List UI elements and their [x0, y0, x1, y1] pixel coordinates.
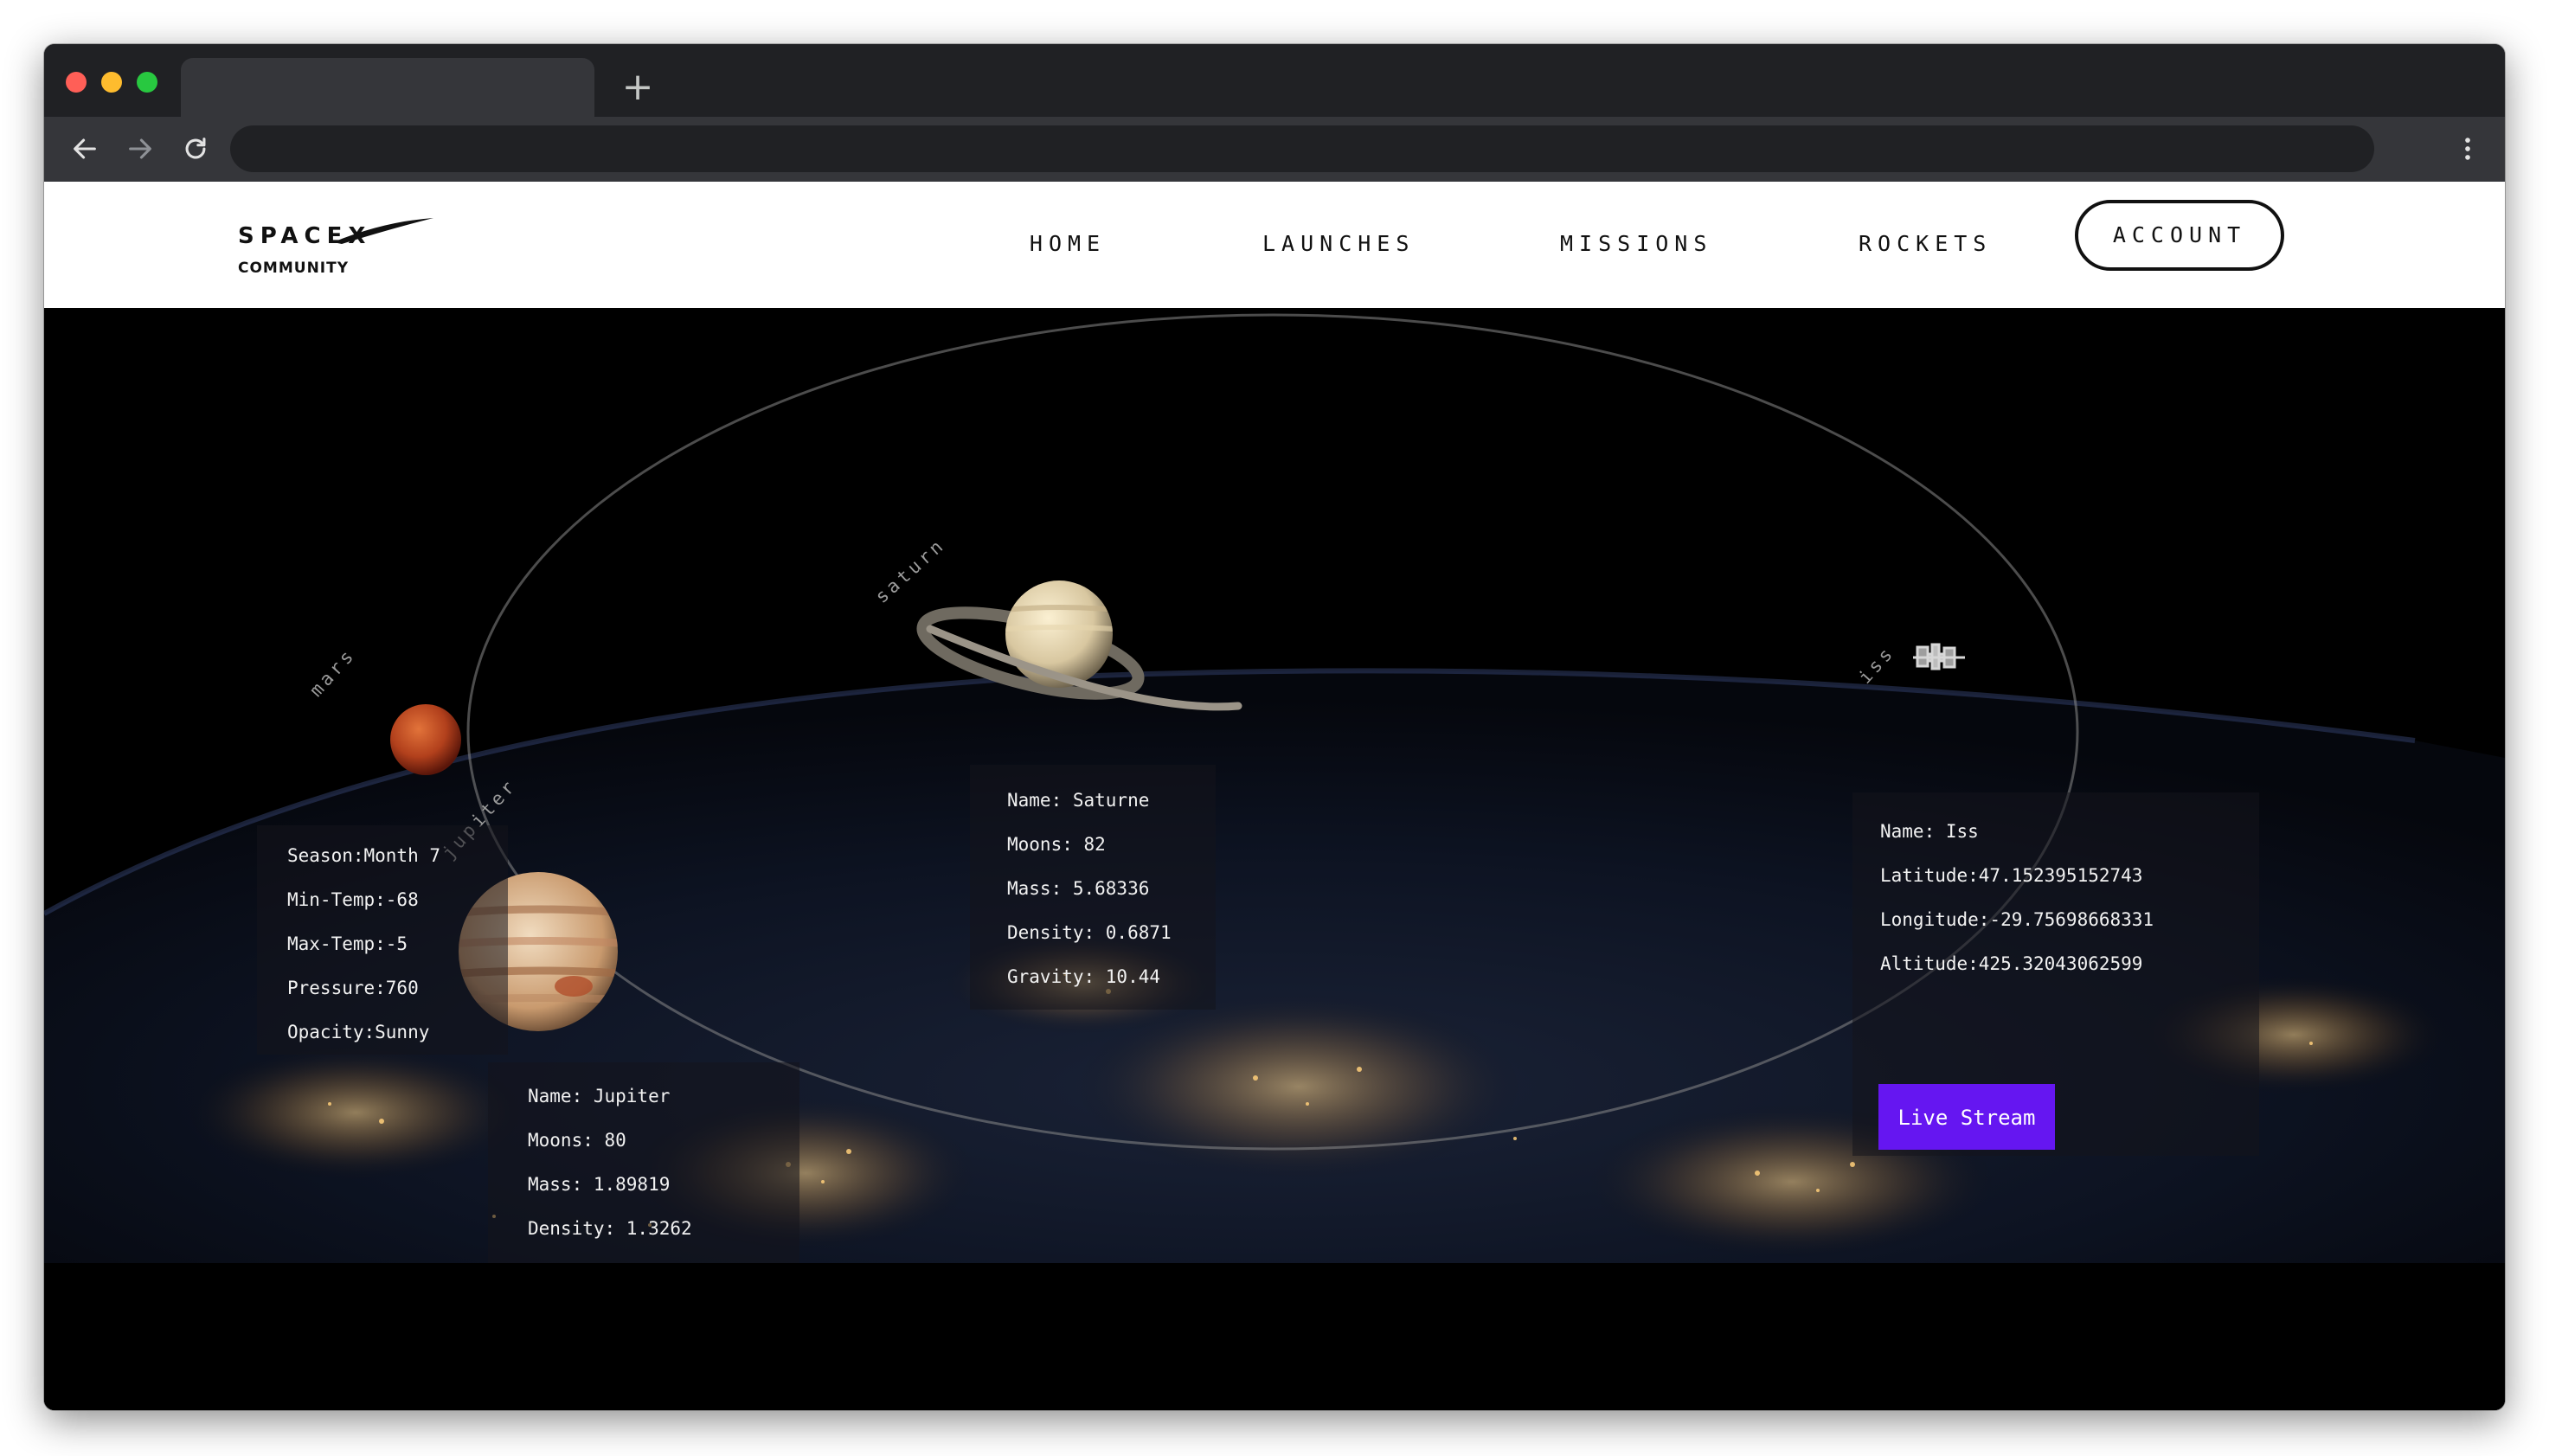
mars-season: Season:Month 7: [287, 845, 441, 866]
live-stream-button[interactable]: Live Stream: [1878, 1084, 2055, 1150]
mars-pressure: Pressure:760: [287, 978, 419, 998]
iss-latitude: Latitude:47.152395152743: [1880, 865, 2143, 886]
maximize-window-button[interactable]: [137, 72, 157, 93]
jupiter-mass: Mass: 1.89819: [528, 1174, 671, 1195]
back-button[interactable]: [65, 129, 105, 169]
page-viewport: SPACEX COMMUNITY HOME LAUNCHES MISSIONS …: [44, 182, 2505, 1410]
jupiter-gravity: Gravity: 24.79: [528, 1251, 799, 1263]
saturn-info-card: Name: Saturne Moons: 82 Mass: 5.68336 De…: [970, 765, 1216, 1010]
nav-rockets[interactable]: ROCKETS: [1859, 220, 1986, 268]
arrow-left-icon: [74, 138, 96, 159]
jupiter-info-card: Name: Jupiter Moons: 80 Mass: 1.89819 De…: [488, 1062, 799, 1263]
saturn-gravity: Gravity: 10.44: [1007, 966, 1161, 987]
jupiter-moons: Moons: 80: [528, 1130, 626, 1151]
saturn-moons: Moons: 82: [1007, 834, 1106, 855]
mars-info-card: Season:Month 7 Min-Temp:-68 Max-Temp:-5 …: [257, 825, 508, 1055]
nav-launches[interactable]: LAUNCHES: [1262, 220, 1409, 268]
saturn-name: Name: Saturne: [1007, 790, 1150, 811]
browser-menu-button[interactable]: [2448, 129, 2488, 169]
browser-window: + SPACEX COMMUNITY HOME LAUNCHES MISSION…: [44, 44, 2505, 1410]
mars-max-temp: Max-Temp:-5: [287, 933, 408, 954]
space-hero: mars jupiter saturn iss Season:Month 7 M…: [44, 308, 2505, 1410]
browser-toolbar: [44, 117, 2505, 182]
account-button[interactable]: ACCOUNT: [2075, 200, 2284, 271]
browser-tab[interactable]: [181, 58, 594, 117]
nav-missions[interactable]: MISSIONS: [1560, 220, 1706, 268]
mars-min-temp: Min-Temp:-68: [287, 889, 419, 910]
mars-opacity: Opacity:Sunny: [287, 1022, 430, 1042]
iss-name: Name: Iss: [1880, 821, 1979, 842]
saturn-mass: Mass: 5.68336: [1007, 878, 1150, 899]
kebab-menu-icon: [2465, 138, 2470, 160]
minimize-window-button[interactable]: [101, 72, 122, 93]
logo-subtitle: COMMUNITY: [238, 260, 350, 277]
site-logo[interactable]: SPACEX COMMUNITY: [236, 215, 435, 284]
forward-button[interactable]: [120, 129, 160, 169]
arrow-right-icon: [129, 138, 151, 159]
iss-longitude: Longitude:-29.75698668331: [1880, 909, 2154, 930]
address-bar[interactable]: [230, 125, 2374, 172]
site-header: SPACEX COMMUNITY HOME LAUNCHES MISSIONS …: [44, 182, 2505, 308]
close-window-button[interactable]: [66, 72, 87, 93]
new-tab-button[interactable]: +: [615, 65, 660, 110]
nav-home[interactable]: HOME: [1029, 220, 1107, 268]
jupiter-density: Density: 1.3262: [528, 1218, 692, 1239]
browser-titlebar: +: [44, 44, 2505, 117]
logo-swoosh-icon: [333, 218, 433, 244]
saturn-density: Density: 0.6871: [1007, 922, 1172, 943]
reload-icon: [185, 138, 206, 159]
jupiter-name: Name: Jupiter: [528, 1086, 671, 1106]
iss-altitude: Altitude:425.32043062599: [1880, 953, 2143, 974]
reload-button[interactable]: [176, 129, 215, 169]
